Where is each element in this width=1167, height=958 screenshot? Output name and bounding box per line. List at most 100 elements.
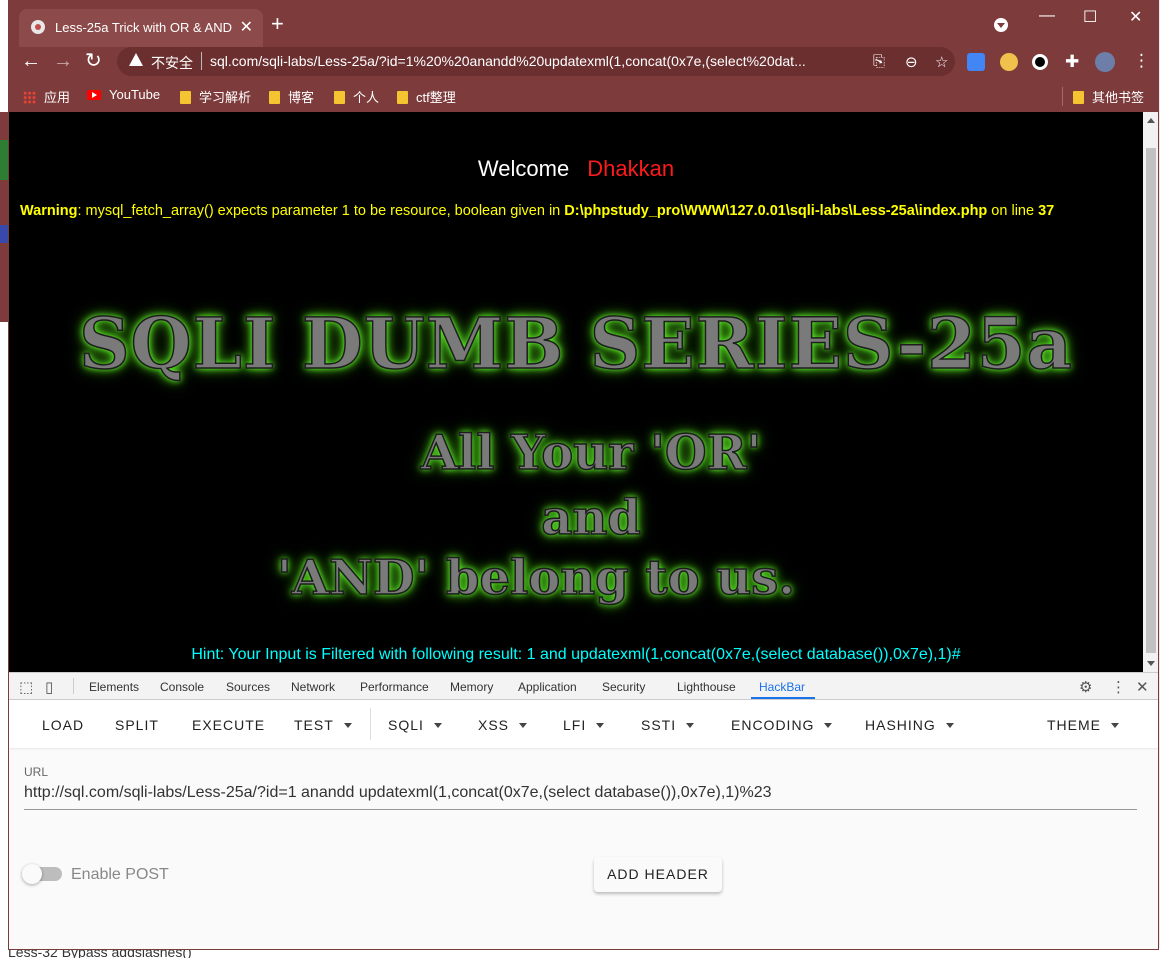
scrollbar-thumb[interactable] — [1146, 148, 1156, 653]
hashing-menu[interactable]: HASHING — [865, 717, 954, 733]
tab-security[interactable]: Security — [602, 680, 645, 694]
tab-network[interactable]: Network — [291, 680, 335, 694]
bookmark-label: 应用 — [44, 90, 71, 105]
devtools-divider — [73, 678, 74, 694]
execute-button[interactable]: EXECUTE — [192, 717, 265, 733]
banner-line-1: All Your 'OR' — [420, 424, 762, 482]
translate-icon[interactable]: ⎘ — [873, 53, 885, 70]
circle-extension-icon[interactable] — [1032, 54, 1048, 70]
extension-icon[interactable] — [1000, 53, 1018, 71]
tab-lighthouse[interactable]: Lighthouse — [677, 680, 736, 694]
puzzle-icon[interactable]: ✚ — [1065, 52, 1079, 72]
bookmark-folder[interactable]: ctf整理 — [397, 87, 456, 106]
url-input-underline — [24, 809, 1137, 810]
banner-title: SQLI DUMB SERIES-25a — [78, 301, 1073, 386]
welcome-text: Welcome — [477, 156, 570, 181]
new-tab-button[interactable]: + — [271, 13, 284, 35]
scroll-down-icon[interactable] — [1147, 661, 1155, 666]
device-toggle-icon[interactable]: ▯ — [45, 678, 53, 696]
menu-label: XSS — [478, 717, 510, 733]
globe-icon — [31, 20, 45, 34]
split-button[interactable]: SPLIT — [115, 717, 159, 733]
bookmark-label: ctf整理 — [416, 90, 456, 105]
xss-menu[interactable]: XSS — [478, 717, 528, 733]
address-divider — [201, 52, 202, 70]
warning-on-line: on line — [987, 203, 1039, 219]
google-translate-extension-icon[interactable] — [967, 53, 985, 71]
tab-elements[interactable]: Elements — [89, 680, 139, 694]
back-button[interactable]: ← — [21, 51, 41, 71]
web-page: Welcome Dhakkan Warning: mysql_fetch_arra… — [9, 112, 1143, 672]
tab-hackbar[interactable]: HackBar — [759, 680, 805, 694]
menu-label: SSTI — [641, 717, 677, 733]
lfi-menu[interactable]: LFI — [563, 717, 605, 733]
other-bookmarks[interactable]: 其他书签 — [1062, 87, 1144, 106]
title-bar: Less-25a Trick with OR & AND ✕ + — ☐ ✕ — [9, 1, 1158, 47]
tab-close-icon[interactable]: ✕ — [240, 17, 253, 37]
more-options-icon[interactable]: ⋮ — [1111, 678, 1126, 696]
test-menu[interactable]: TEST — [294, 717, 352, 733]
bookmark-label: YouTube — [109, 87, 161, 102]
toggle-knob[interactable] — [22, 864, 42, 884]
profile-dropdown-icon[interactable] — [994, 18, 1008, 32]
bookmark-folder[interactable]: 博客 — [269, 87, 314, 106]
close-window-button[interactable]: ✕ — [1129, 7, 1142, 27]
theme-menu[interactable]: THEME — [1047, 717, 1119, 733]
tab-application[interactable]: Application — [518, 680, 577, 694]
tab-performance[interactable]: Performance — [360, 680, 429, 694]
browser-menu-icon[interactable]: ⋮ — [1133, 51, 1150, 71]
scroll-up-icon[interactable] — [1147, 118, 1155, 123]
chevron-down-icon — [596, 723, 605, 728]
browser-window: Less-25a Trick with OR & AND ✕ + — ☐ ✕ ←… — [8, 0, 1159, 950]
ssti-menu[interactable]: SSTI — [641, 717, 695, 733]
star-icon[interactable]: ☆ — [935, 53, 948, 71]
devtools-tabbar: ⬚ ▯ Elements Console Sources Network Per… — [9, 672, 1158, 700]
php-warning: Warning: mysql_fetch_array() expects par… — [20, 203, 1054, 219]
chevron-down-icon — [824, 723, 833, 728]
page-scrollbar[interactable] — [1143, 112, 1158, 672]
address-url[interactable]: sql.com/sqli-labs/Less-25a/?id=1%20%20an… — [210, 53, 860, 69]
bookmark-folder[interactable]: 学习解析 — [180, 87, 251, 106]
menu-label: LFI — [563, 717, 587, 733]
address-bar[interactable]: 不安全 sql.com/sqli-labs/Less-25a/?id=1%20%… — [117, 47, 955, 76]
folder-icon — [180, 91, 191, 104]
folder-icon — [1073, 91, 1084, 104]
bookmark-label: 其他书签 — [1092, 90, 1145, 105]
warning-text: : mysql_fetch_array() expects parameter … — [77, 203, 565, 219]
bookmark-folder[interactable]: 个人 — [334, 87, 379, 106]
enable-post-toggle[interactable] — [22, 864, 62, 884]
zoom-icon[interactable]: ⊖ — [905, 53, 918, 71]
chevron-down-icon — [519, 723, 528, 728]
bookmarks-bar: 应用 YouTube 学习解析 博客 个人 ctf整理 其他书签 — [9, 77, 1158, 112]
chevron-down-icon — [945, 723, 954, 728]
url-input[interactable]: http://sql.com/sqli-labs/Less-25a/?id=1 … — [24, 784, 772, 802]
filter-hint: Hint: Your Input is Filtered with follow… — [191, 646, 961, 663]
sqli-menu[interactable]: SQLI — [388, 717, 442, 733]
reload-button[interactable]: ↻ — [85, 51, 102, 71]
maximize-button[interactable]: ☐ — [1083, 7, 1097, 27]
inspect-element-icon[interactable]: ⬚ — [19, 678, 33, 696]
warning-label: Warning — [20, 203, 78, 219]
settings-icon[interactable]: ⚙ — [1079, 678, 1092, 696]
security-label[interactable]: 不安全 — [151, 53, 193, 73]
browser-tab[interactable]: Less-25a Trick with OR & AND ✕ — [19, 9, 263, 47]
add-header-button[interactable]: ADD HEADER — [594, 857, 722, 892]
tab-memory[interactable]: Memory — [450, 680, 493, 694]
encoding-menu[interactable]: ENCODING — [731, 717, 833, 733]
close-devtools-icon[interactable]: ✕ — [1136, 678, 1149, 696]
bookmark-apps[interactable]: 应用 — [23, 87, 70, 106]
tab-console[interactable]: Console — [160, 680, 204, 694]
load-button[interactable]: LOAD — [42, 717, 84, 733]
menu-label: THEME — [1047, 717, 1101, 733]
minimize-button[interactable]: — — [1039, 7, 1055, 25]
welcome-name: Dhakkan — [587, 156, 675, 181]
banner-line-2: and — [540, 489, 641, 547]
forward-button[interactable]: → — [53, 51, 73, 71]
menu-divider — [370, 708, 371, 740]
background-window-right — [1160, 0, 1167, 958]
bookmark-youtube[interactable]: YouTube — [87, 87, 160, 102]
chevron-down-icon — [1111, 723, 1119, 728]
warning-icon[interactable] — [129, 53, 143, 66]
tab-sources[interactable]: Sources — [226, 680, 270, 694]
avatar[interactable] — [1095, 52, 1115, 72]
